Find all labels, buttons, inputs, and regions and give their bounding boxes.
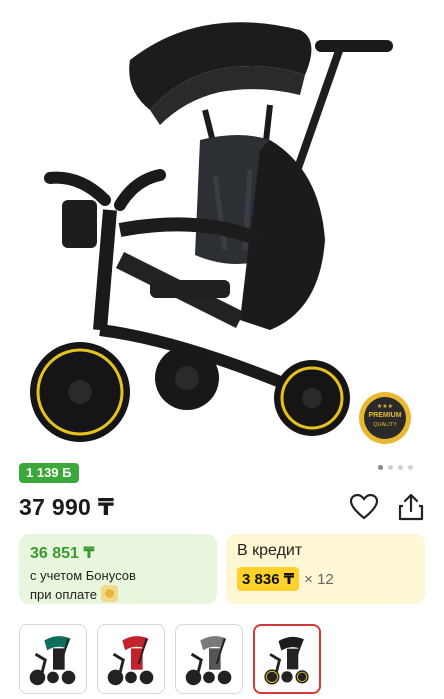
tricycle-red-thumbnail bbox=[107, 636, 154, 686]
carousel-dot[interactable] bbox=[378, 465, 383, 470]
svg-text:PREMIUM: PREMIUM bbox=[368, 412, 401, 419]
credit-multiplier: × 12 bbox=[304, 570, 334, 588]
variant-thumb-red[interactable] bbox=[97, 624, 165, 694]
variant-thumb-gray[interactable] bbox=[175, 624, 243, 694]
svg-text:★★★: ★★★ bbox=[377, 403, 393, 410]
variant-thumbnails bbox=[19, 624, 321, 694]
carousel-dot[interactable] bbox=[398, 465, 403, 470]
share-icon bbox=[398, 493, 424, 521]
tricycle-black-thumbnail bbox=[264, 636, 309, 685]
heart-icon bbox=[349, 493, 379, 520]
variant-thumb-green[interactable] bbox=[19, 624, 87, 694]
tricycle-gray-thumbnail bbox=[185, 636, 232, 686]
bonus-price-value: 36 851 ₸ bbox=[30, 545, 95, 562]
wallet-coin-icon bbox=[100, 585, 118, 602]
carousel-dot[interactable] bbox=[388, 465, 393, 470]
bonus-badge: 1 139 Б bbox=[19, 463, 79, 483]
svg-text:QUALITY: QUALITY bbox=[373, 422, 397, 428]
carousel-indicator[interactable] bbox=[378, 465, 413, 470]
carousel-dot[interactable] bbox=[408, 465, 413, 470]
product-price: 37 990 ₸ bbox=[19, 494, 115, 520]
bonus-price-card[interactable]: 36 851 ₸ с учетом Бонусов при оплате bbox=[19, 534, 217, 604]
credit-title: В кредит bbox=[237, 542, 303, 559]
credit-monthly-value: 3 836 ₸ bbox=[237, 567, 300, 591]
premium-quality-badge: PREMIUM QUALITY ★★★ bbox=[359, 392, 411, 444]
variant-thumb-black[interactable] bbox=[253, 624, 321, 694]
bonus-price-line1: с учетом Бонусов bbox=[30, 568, 136, 583]
credit-card[interactable]: В кредит 3 836 ₸ × 12 bbox=[226, 534, 425, 604]
bonus-price-line2: при оплате bbox=[30, 587, 97, 602]
tricycle-image: PREMIUM QUALITY ★★★ bbox=[30, 22, 411, 444]
product-image[interactable]: PREMIUM QUALITY ★★★ bbox=[0, 0, 444, 455]
favorite-button[interactable] bbox=[349, 493, 379, 520]
tricycle-green-thumbnail bbox=[29, 636, 76, 686]
share-button[interactable] bbox=[398, 493, 424, 521]
